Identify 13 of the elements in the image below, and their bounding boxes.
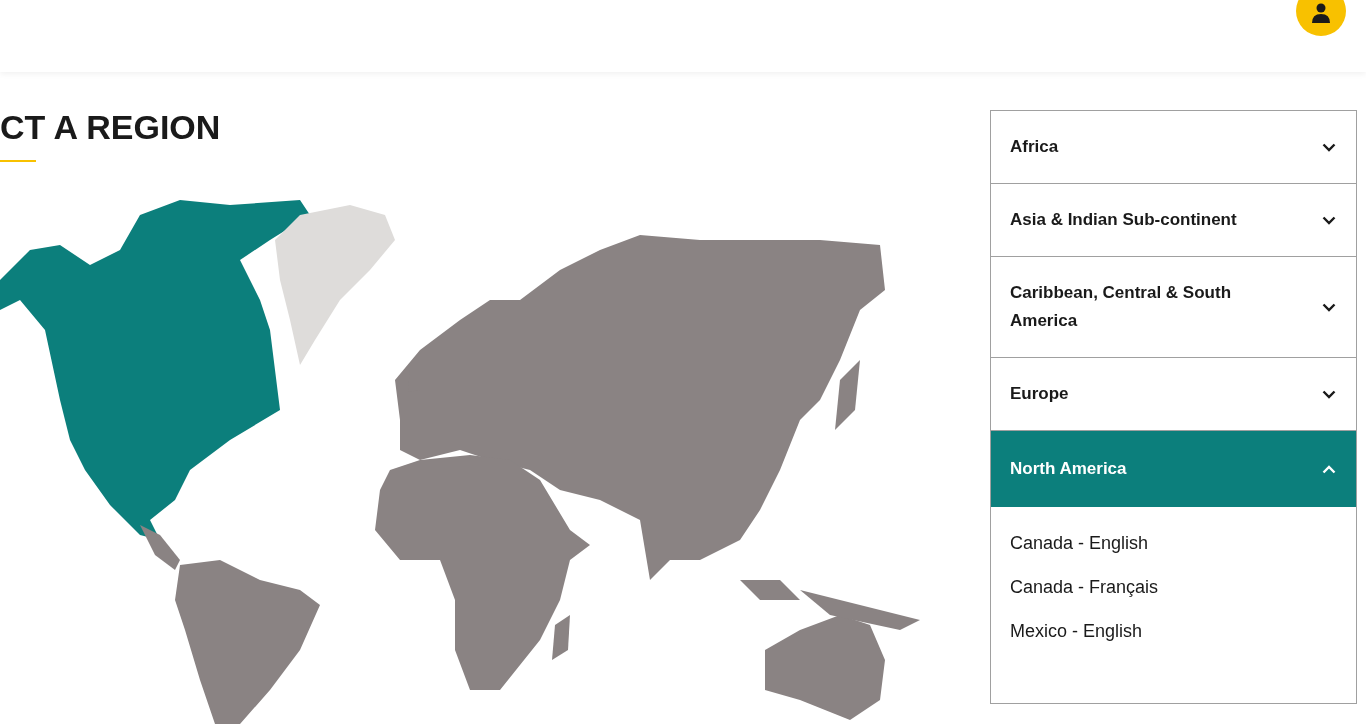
region-header[interactable]: North America (991, 430, 1356, 507)
page-heading: CT A REGION (0, 110, 221, 144)
chevron-down-icon (1322, 389, 1336, 399)
chevron-down-icon (1322, 215, 1336, 225)
country-link[interactable]: Canada - Français (1010, 575, 1159, 599)
chevron-down-icon (1322, 142, 1336, 152)
user-avatar[interactable] (1296, 0, 1346, 36)
country-link[interactable]: Mexico - English (1010, 619, 1143, 643)
chevron-up-icon (1322, 464, 1336, 474)
user-icon (1312, 3, 1330, 23)
chevron-down-icon (1322, 302, 1336, 312)
country-link[interactable]: Canada - English (1010, 531, 1149, 555)
heading-underline (0, 160, 36, 162)
